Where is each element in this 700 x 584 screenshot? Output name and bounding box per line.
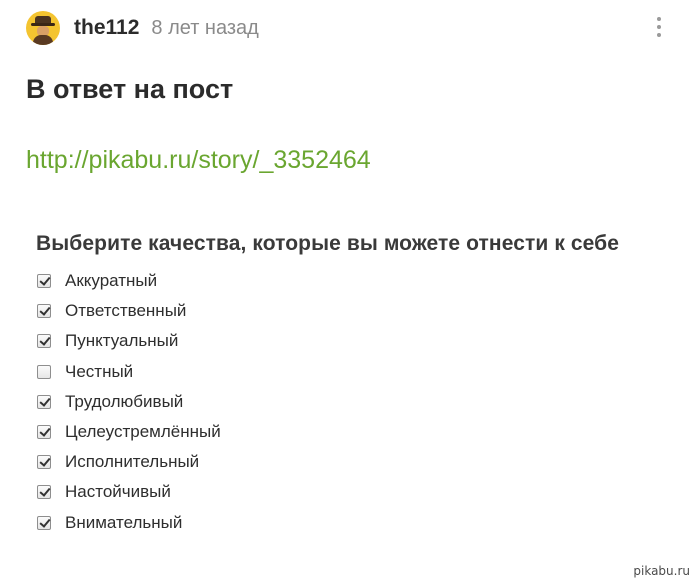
qualities-list: Аккуратный Ответственный Пунктуальный Честн… xyxy=(36,266,686,538)
checkbox-label: Честный xyxy=(65,361,134,381)
image-heading: Выберите качества, которые вы можете отн… xyxy=(36,232,619,255)
list-item: Пунктуальный xyxy=(36,326,686,356)
checkbox-checked xyxy=(37,515,51,530)
checkbox-checked xyxy=(37,425,51,440)
checkbox-label: Настойчивый xyxy=(65,482,171,502)
checkbox-label: Аккуратный xyxy=(65,271,158,291)
list-item: Внимательный xyxy=(36,508,686,538)
avatar[interactable] xyxy=(26,11,60,45)
post-title: В ответ на пост xyxy=(26,74,234,104)
list-item: Честный xyxy=(36,357,686,387)
checkbox-label: Пунктуальный xyxy=(65,331,179,351)
checkbox-checked xyxy=(37,304,51,319)
more-vertical-icon[interactable] xyxy=(648,14,670,40)
list-item: Настойчивый xyxy=(36,477,686,507)
list-item: Целеустремлённый xyxy=(36,417,686,447)
checkbox-label: Ответственный xyxy=(65,301,187,321)
checkbox-checked xyxy=(37,334,51,349)
checkbox-checked xyxy=(37,485,51,500)
list-item: Трудолюбивый xyxy=(36,387,686,417)
list-item: Исполнительный xyxy=(36,447,686,477)
list-item: Аккуратный xyxy=(36,266,686,296)
checkbox-label: Внимательный xyxy=(65,512,183,532)
post-header: the112 8 лет назад xyxy=(26,10,674,46)
post-time: 8 лет назад xyxy=(151,16,259,39)
checkbox-checked xyxy=(37,455,51,470)
watermark: pikabu.ru xyxy=(631,564,692,578)
story-link[interactable]: http://pikabu.ru/story/_3352464 xyxy=(26,146,371,175)
checkbox-label: Целеустремлённый xyxy=(65,422,221,442)
checkbox-checked xyxy=(37,394,51,409)
list-item: Ответственный xyxy=(36,296,686,326)
checkbox-unchecked xyxy=(37,364,51,379)
author-name[interactable]: the112 xyxy=(74,16,139,40)
checkbox-label: Трудолюбивый xyxy=(65,391,184,411)
checkbox-checked xyxy=(37,274,51,289)
post-image: Выберите качества, которые вы можете отн… xyxy=(36,232,686,542)
checkbox-label: Исполнительный xyxy=(65,452,200,472)
